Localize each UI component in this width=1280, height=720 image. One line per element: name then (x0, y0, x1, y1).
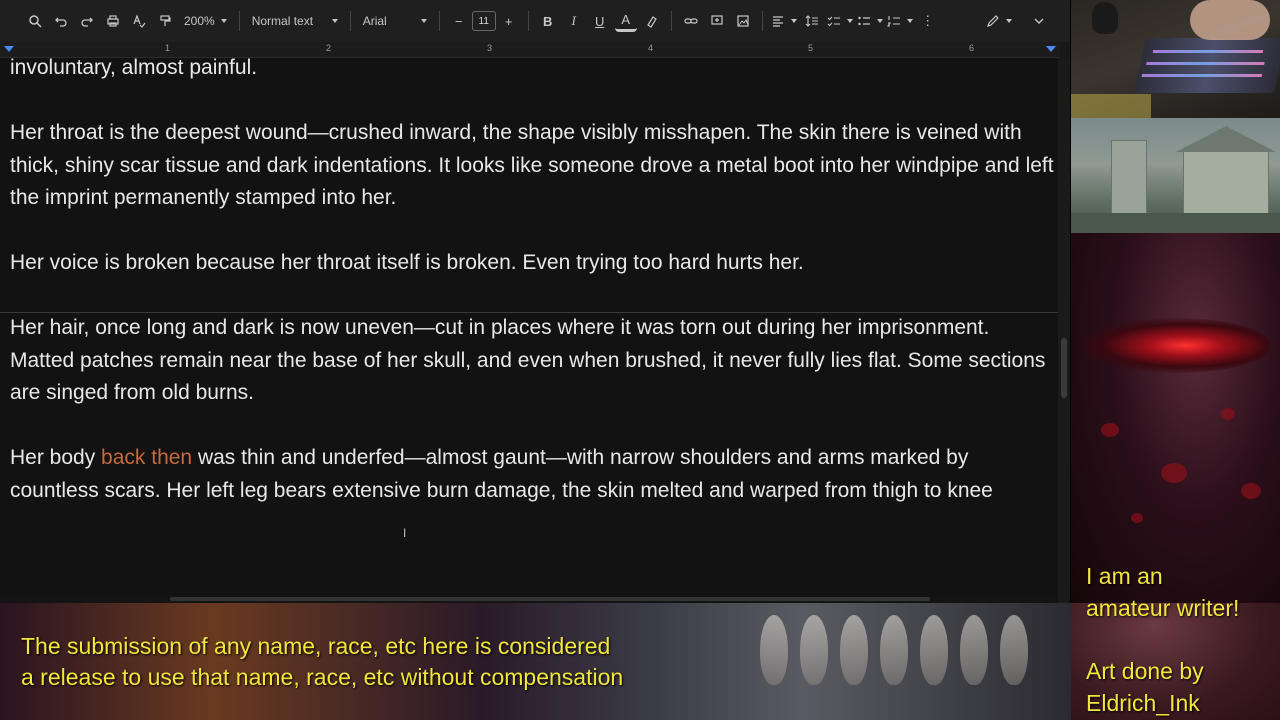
print-icon[interactable] (102, 9, 124, 33)
numbered-list-icon[interactable] (886, 9, 913, 33)
highlighted-text: back then (101, 446, 193, 469)
document-page[interactable]: involuntary, almost painful. Her throat … (0, 56, 1058, 598)
align-icon[interactable] (771, 9, 797, 33)
font-value: Arial (362, 14, 387, 28)
font-size-input[interactable]: 11 (471, 11, 496, 31)
font-select[interactable]: Arial (359, 9, 431, 33)
writer-note: I am an (1086, 563, 1163, 589)
tooth-artwork (960, 615, 988, 685)
spellcheck-icon[interactable] (128, 9, 150, 33)
italic-icon[interactable]: I (563, 9, 585, 33)
bullet-list-icon[interactable] (857, 9, 883, 33)
font-size-value: 11 (478, 15, 489, 27)
paragraph[interactable]: Her hair, once long and dark is now unev… (10, 312, 1055, 410)
paint-format-icon[interactable] (154, 9, 176, 33)
editor-toolbar: 200% Normal text Arial − 11 + B I U A ⋮ (0, 0, 1070, 42)
paragraph[interactable]: involuntary, almost painful. (10, 52, 1055, 85)
image-icon[interactable] (732, 9, 754, 33)
tooth-artwork (1000, 615, 1028, 685)
blood-splatter (1101, 423, 1119, 437)
disclaimer-text: The submission of any name, race, etc he… (21, 631, 623, 693)
link-icon[interactable] (680, 9, 702, 33)
key-glow (1141, 74, 1263, 77)
scroll-thumb[interactable] (1061, 338, 1067, 398)
search-icon[interactable] (24, 9, 46, 33)
comment-icon[interactable] (706, 9, 728, 33)
toolbar-divider (349, 11, 351, 31)
paragraph[interactable]: Her body back then was thin and underfed… (10, 442, 1055, 507)
eye-artwork (1081, 318, 1271, 373)
line-spacing-icon[interactable] (801, 9, 823, 33)
disclaimer-line: a release to use that name, race, etc wi… (21, 664, 624, 690)
blood-splatter (1221, 408, 1235, 420)
tooth-artwork (920, 615, 948, 685)
mouse-image (1092, 2, 1118, 34)
blood-splatter (1161, 463, 1187, 483)
undo-icon[interactable] (50, 9, 72, 33)
edit-pen-icon[interactable] (986, 9, 1012, 33)
docs-editor: 200% Normal text Arial − 11 + B I U A ⋮ … (0, 0, 1070, 603)
highlight-icon[interactable] (641, 9, 663, 33)
toolbar-divider (761, 11, 763, 31)
hands-image (1190, 0, 1270, 40)
tooth-artwork (880, 615, 908, 685)
art-credit: Art done by (1086, 658, 1204, 684)
key-glow (1146, 62, 1265, 65)
tooth-artwork (800, 615, 828, 685)
toolbar-divider (527, 11, 529, 31)
underline-icon[interactable]: U (589, 9, 611, 33)
horizontal-scrollbar[interactable] (0, 596, 1058, 603)
minus-icon[interactable]: − (448, 9, 470, 33)
text-cursor-icon: I (403, 526, 407, 540)
key-glow (1152, 50, 1264, 53)
scroll-thumb[interactable] (170, 597, 930, 601)
bold-icon[interactable]: B (537, 9, 559, 33)
toolbar-divider (670, 11, 672, 31)
keyboard-image (1134, 38, 1280, 93)
more-icon[interactable]: ⋮ (917, 9, 939, 33)
collapse-icon[interactable] (1028, 9, 1050, 33)
disclaimer-line: The submission of any name, race, etc he… (21, 633, 611, 659)
zoom-value: 200% (184, 14, 215, 28)
paragraph-text: Her body (10, 446, 102, 469)
game-scene-view (1071, 118, 1280, 233)
stream-banner: The submission of any name, race, etc he… (0, 603, 1071, 720)
desk-mat (1071, 94, 1151, 118)
checklist-icon[interactable] (827, 9, 853, 33)
artwork-panel (1071, 233, 1280, 603)
ground-image (1071, 213, 1280, 233)
blood-splatter (1241, 483, 1261, 499)
toolbar-divider (238, 11, 240, 31)
roof-image (1176, 126, 1276, 152)
writer-note: amateur writer! (1086, 595, 1240, 621)
text-color-icon[interactable]: A (614, 11, 637, 32)
plus-icon[interactable]: + (498, 9, 520, 33)
toolbar-divider (438, 11, 440, 31)
style-select[interactable]: Normal text (248, 9, 342, 33)
vertical-scrollbar[interactable] (1058, 58, 1070, 603)
style-value: Normal text (251, 14, 314, 28)
tooth-artwork (760, 615, 788, 685)
blood-splatter (1131, 513, 1143, 523)
building-image (1183, 148, 1269, 220)
paragraph[interactable]: Her throat is the deepest wound—crushed … (10, 117, 1055, 215)
tooth-artwork (840, 615, 868, 685)
art-credit: Eldrich_Ink (1086, 690, 1200, 716)
paragraph[interactable]: Her voice is broken because her throat i… (10, 247, 1055, 280)
redo-icon[interactable] (76, 9, 98, 33)
zoom-select[interactable]: 200% (180, 9, 231, 33)
